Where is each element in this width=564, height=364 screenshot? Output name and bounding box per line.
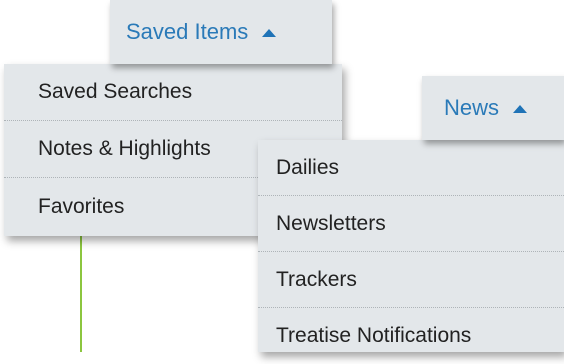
menu-item-label: Newsletters [276,211,386,235]
menu-item-treatise-notifications[interactable]: Treatise Notifications [258,308,564,364]
menu-item-label: Saved Searches [38,80,193,103]
saved-items-label: Saved Items [126,19,249,44]
menu-item-newsletters[interactable]: Newsletters [258,196,564,252]
caret-up-icon [262,29,277,37]
saved-items-menu-button[interactable]: Saved Items [110,0,332,64]
menu-item-trackers[interactable]: Trackers [258,252,564,308]
menu-item-label: Treatise Notifications [276,324,472,347]
menu-item-label: Notes & Highlights [38,137,211,160]
news-label: News [444,95,500,120]
menu-item-label: Dailies [276,155,340,179]
caret-up-icon [513,105,528,113]
news-menu-button[interactable]: News [422,76,564,140]
news-dropdown: Dailies Newsletters Trackers Treatise No… [258,140,564,352]
menu-item-label: Trackers [276,267,357,291]
menu-item-label: Favorites [38,194,125,218]
menu-item-dailies[interactable]: Dailies [258,140,564,196]
green-vertical-line [80,236,82,352]
menu-item-saved-searches[interactable]: Saved Searches [4,64,342,121]
